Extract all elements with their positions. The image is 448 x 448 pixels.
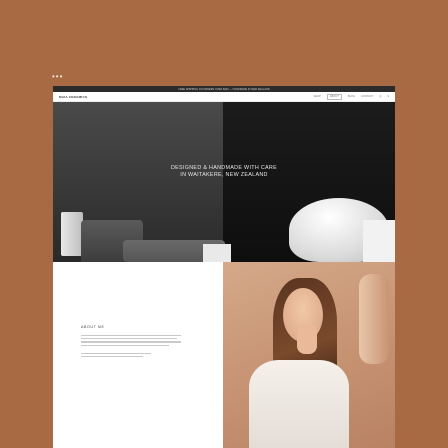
portrait-shirt (249, 360, 349, 448)
website-preview: FREE SHIPPING ON ORDERS OVER $200 — HAND… (53, 86, 395, 448)
hero-heading: DESIGNED & HANDMADE WITH CARE IN WAITAKE… (53, 165, 395, 179)
nav-item-shop[interactable]: SHOP (314, 95, 321, 98)
about-paragraph (81, 335, 181, 359)
hero-line-1: DESIGNED & HANDMADE WITH CARE (170, 165, 278, 171)
site-header: MAIA CERAMICS SHOP ABOUT BLOG CONTACT Q … (53, 92, 395, 102)
ceramic-vessel (61, 212, 83, 256)
about-title: ABOUT ME (81, 325, 105, 329)
hero-banner: DESIGNED & HANDMADE WITH CARE IN WAITAKE… (53, 102, 395, 262)
main-nav: SHOP ABOUT BLOG CONTACT Q ♥ (314, 93, 389, 100)
announcement-text: FREE SHIPPING ON ORDERS OVER $200 — HAND… (178, 87, 270, 91)
window-menu-icon[interactable]: ••• (52, 73, 63, 81)
about-section: ABOUT ME (53, 262, 395, 448)
ceramic-cup (363, 220, 395, 262)
vase-image (359, 274, 389, 364)
wishlist-icon[interactable]: ♥ (387, 95, 389, 98)
nav-item-contact[interactable]: CONTACT (361, 95, 373, 98)
portrait-hand (297, 324, 317, 354)
about-text-panel: ABOUT ME (53, 262, 223, 448)
nav-item-blog[interactable]: BLOG (348, 95, 355, 98)
ceramic-cup (203, 244, 231, 262)
search-icon[interactable]: Q (379, 95, 381, 98)
hero-line-2: IN WAITAKERE, NEW ZEALAND (180, 172, 268, 178)
site-logo[interactable]: MAIA CERAMICS (59, 95, 87, 99)
about-photo (223, 262, 395, 448)
nav-item-about[interactable]: ABOUT (326, 93, 342, 100)
